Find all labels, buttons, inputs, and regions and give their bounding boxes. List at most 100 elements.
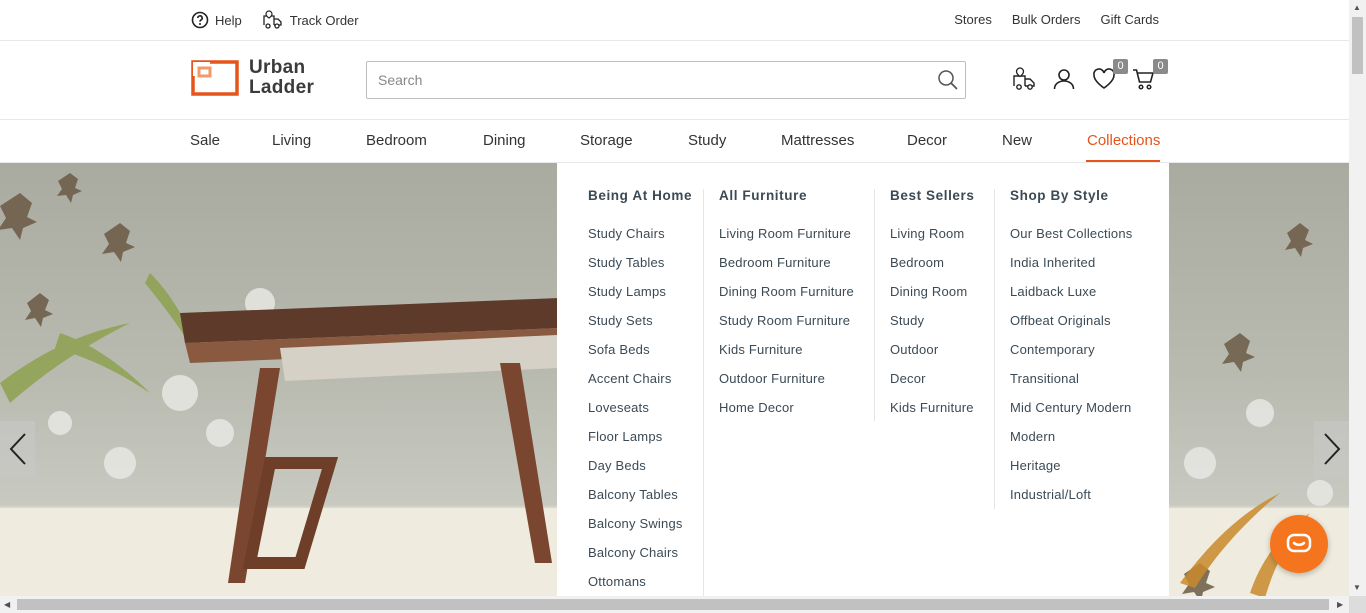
vertical-scrollbar[interactable]: ▲ ▼ [1349,0,1366,613]
nav-item-sale[interactable]: Sale [190,132,220,149]
menu-column-title: All Furniture [719,188,808,203]
menu-link[interactable]: Balcony Chairs [588,545,683,574]
menu-link[interactable]: Industrial/Loft [1010,487,1133,516]
scroll-up-icon[interactable]: ▲ [1353,3,1361,12]
scrollbar-corner [1349,596,1366,613]
menu-link[interactable]: Study Tables [588,255,683,284]
menu-link[interactable]: Living Room [890,226,974,255]
menu-link[interactable]: Balcony Swings [588,516,683,545]
user-icon [1053,69,1075,90]
nav-item-collections[interactable]: Collections [1087,132,1160,149]
cart-count-badge: 0 [1153,59,1168,74]
menu-link[interactable]: Our Best Collections [1010,226,1133,255]
menu-link[interactable]: Study Sets [588,313,683,342]
chat-icon [1286,533,1312,553]
chevron-right-icon [1323,433,1340,465]
gift-cards-link[interactable]: Gift Cards [1100,12,1159,27]
brand-logo[interactable]: Urban Ladder [191,58,314,98]
menu-link[interactable]: Kids Furniture [890,400,974,429]
nav-item-new[interactable]: New [1002,132,1032,149]
menu-divider [703,189,704,596]
menu-column-list: Living Room Furniture Bedroom Furniture … [719,226,854,429]
horizontal-scroll-thumb[interactable] [17,599,1329,610]
chevron-left-icon [9,433,26,465]
menu-divider [994,189,995,509]
scroll-right-icon[interactable]: ▶ [1337,600,1343,609]
menu-column-title: Being At Home [588,188,693,203]
menu-link[interactable]: Mid Century Modern [1010,400,1133,429]
menu-link[interactable]: Decor [890,371,974,400]
menu-link[interactable]: Offbeat Originals [1010,313,1133,342]
horizontal-scrollbar[interactable]: ◀ ▶ [0,596,1349,613]
nav-item-bedroom[interactable]: Bedroom [366,132,427,149]
menu-link[interactable]: Balcony Tables [588,487,683,516]
menu-divider [874,189,875,421]
menu-link[interactable]: Living Room Furniture [719,226,854,255]
search-box [366,61,966,99]
scroll-left-icon[interactable]: ◀ [4,600,10,609]
active-nav-underline [1086,160,1160,162]
logo-line1: Urban [249,57,306,78]
hero-prev-button[interactable] [0,421,35,477]
nav-item-storage[interactable]: Storage [580,132,633,149]
menu-link[interactable]: Study Room Furniture [719,313,854,342]
menu-link[interactable]: Accent Chairs [588,371,683,400]
menu-link[interactable]: Modern [1010,429,1133,458]
account-button[interactable] [1052,67,1076,91]
search-icon[interactable] [937,69,959,91]
menu-link[interactable]: Home Decor [719,400,854,429]
menu-link[interactable]: Bedroom [890,255,974,284]
menu-link[interactable]: Heritage [1010,458,1133,487]
menu-column-list: Our Best Collections India Inherited Lai… [1010,226,1133,516]
menu-link[interactable]: Dining Room [890,284,974,313]
menu-link[interactable]: India Inherited [1010,255,1133,284]
menu-link[interactable]: Contemporary [1010,342,1133,371]
nav-item-living[interactable]: Living [272,132,311,149]
logo-line2: Ladder [249,77,315,98]
menu-link[interactable]: Outdoor [890,342,974,371]
cart-button[interactable]: 0 [1132,59,1168,91]
menu-link[interactable]: Loveseats [588,400,683,429]
menu-link[interactable]: Floor Lamps [588,429,683,458]
help-icon [191,11,209,29]
menu-link[interactable]: Kids Furniture [719,342,854,371]
menu-link[interactable]: Dining Room Furniture [719,284,854,313]
menu-column-title: Best Sellers [890,188,975,203]
logo-wordmark: Urban Ladder [249,58,314,98]
nav-item-mattresses[interactable]: Mattresses [781,132,854,149]
stores-link[interactable]: Stores [954,12,992,27]
search-input[interactable] [367,62,927,98]
help-label: Help [215,12,242,28]
nav-item-study[interactable]: Study [688,132,726,149]
menu-link[interactable]: Outdoor Furniture [719,371,854,400]
chat-button[interactable] [1270,515,1328,573]
menu-link[interactable]: Sofa Beds [588,342,683,371]
menu-link[interactable]: Study Chairs [588,226,683,255]
bulk-orders-link[interactable]: Bulk Orders [1012,12,1081,27]
menu-link[interactable]: Day Beds [588,458,683,487]
menu-column-list: Study Chairs Study Tables Study Lamps St… [588,226,683,603]
track-order-link[interactable]: Track Order [262,10,359,30]
track-order-label: Track Order [289,12,359,28]
menu-column-title: Shop By Style [1010,188,1109,203]
store-locator-button[interactable] [1012,67,1036,91]
wishlist-button[interactable]: 0 [1092,59,1128,91]
menu-column-list: Living Room Bedroom Dining Room Study Ou… [890,226,974,429]
help-link[interactable]: Help [191,11,242,29]
utility-right: Stores Bulk Orders Gift Cards [954,12,1159,27]
nav-item-dining[interactable]: Dining [483,132,526,149]
wishlist-count-badge: 0 [1113,59,1128,74]
nav-item-decor[interactable]: Decor [907,132,947,149]
hero-next-button[interactable] [1314,421,1349,477]
collections-mega-menu: Being At Home Study Chairs Study Tables … [557,163,1169,596]
track-order-icon [263,10,282,29]
vertical-scroll-thumb[interactable] [1352,17,1363,74]
utility-left: Help Track Order [191,10,359,30]
menu-link[interactable]: Study [890,313,974,342]
menu-link[interactable]: Study Lamps [588,284,683,313]
menu-link[interactable]: Bedroom Furniture [719,255,854,284]
menu-link[interactable]: Laidback Luxe [1010,284,1133,313]
utility-bar: Help Track Order Stores Bulk Orders Gift… [0,0,1349,41]
menu-link[interactable]: Transitional [1010,371,1133,400]
scroll-down-icon[interactable]: ▼ [1353,583,1361,592]
